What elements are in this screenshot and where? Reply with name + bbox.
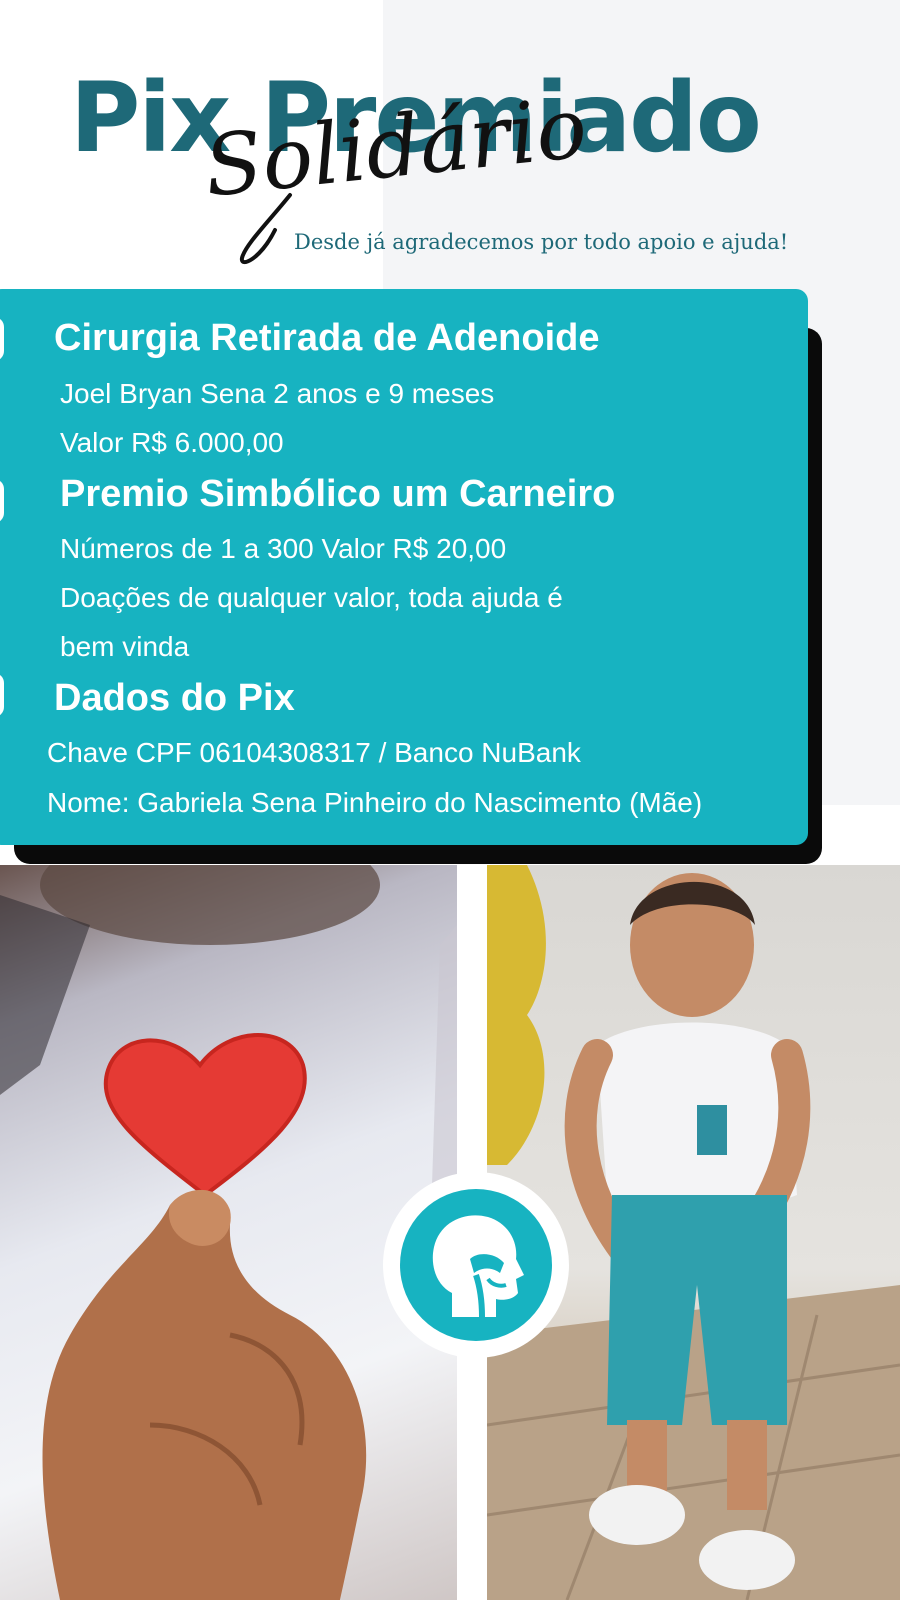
numbers-price: Números de 1 a 300 Valor R$ 20,00 [60,533,507,564]
patient-info: Joel Bryan Sena 2 anos e 9 meses [60,378,495,409]
section-heading-pix: Dados do Pix [54,677,295,719]
section-heading-prize: Premio Simbólico um Carneiro [60,473,616,515]
center-badge-disc [400,1189,552,1341]
section-bullet [0,479,4,523]
pix-key: Chave CPF 06104308317 / Banco NuBank [47,737,581,768]
surgery-value: Valor R$ 6.000,00 [60,427,284,458]
head-throat-anatomy-icon [432,1215,524,1318]
section-heading-surgery: Cirurgia Retirada de Adenoide [54,317,600,359]
section-bullet [0,673,4,717]
section-bullet [0,317,4,361]
tagline: Desde já agradecemos por todo apoio e aj… [294,230,789,254]
donations-text-2: bem vinda [60,631,190,662]
red-heart-icon [103,1033,307,1198]
pix-holder-name: Nome: Gabriela Sena Pinheiro do Nascimen… [47,787,703,818]
center-badge [383,1172,569,1358]
donations-text-1: Doações de qualquer valor, toda ajuda é [60,582,563,613]
info-card: Cirurgia Retirada de Adenoide Joel Bryan… [0,289,808,845]
